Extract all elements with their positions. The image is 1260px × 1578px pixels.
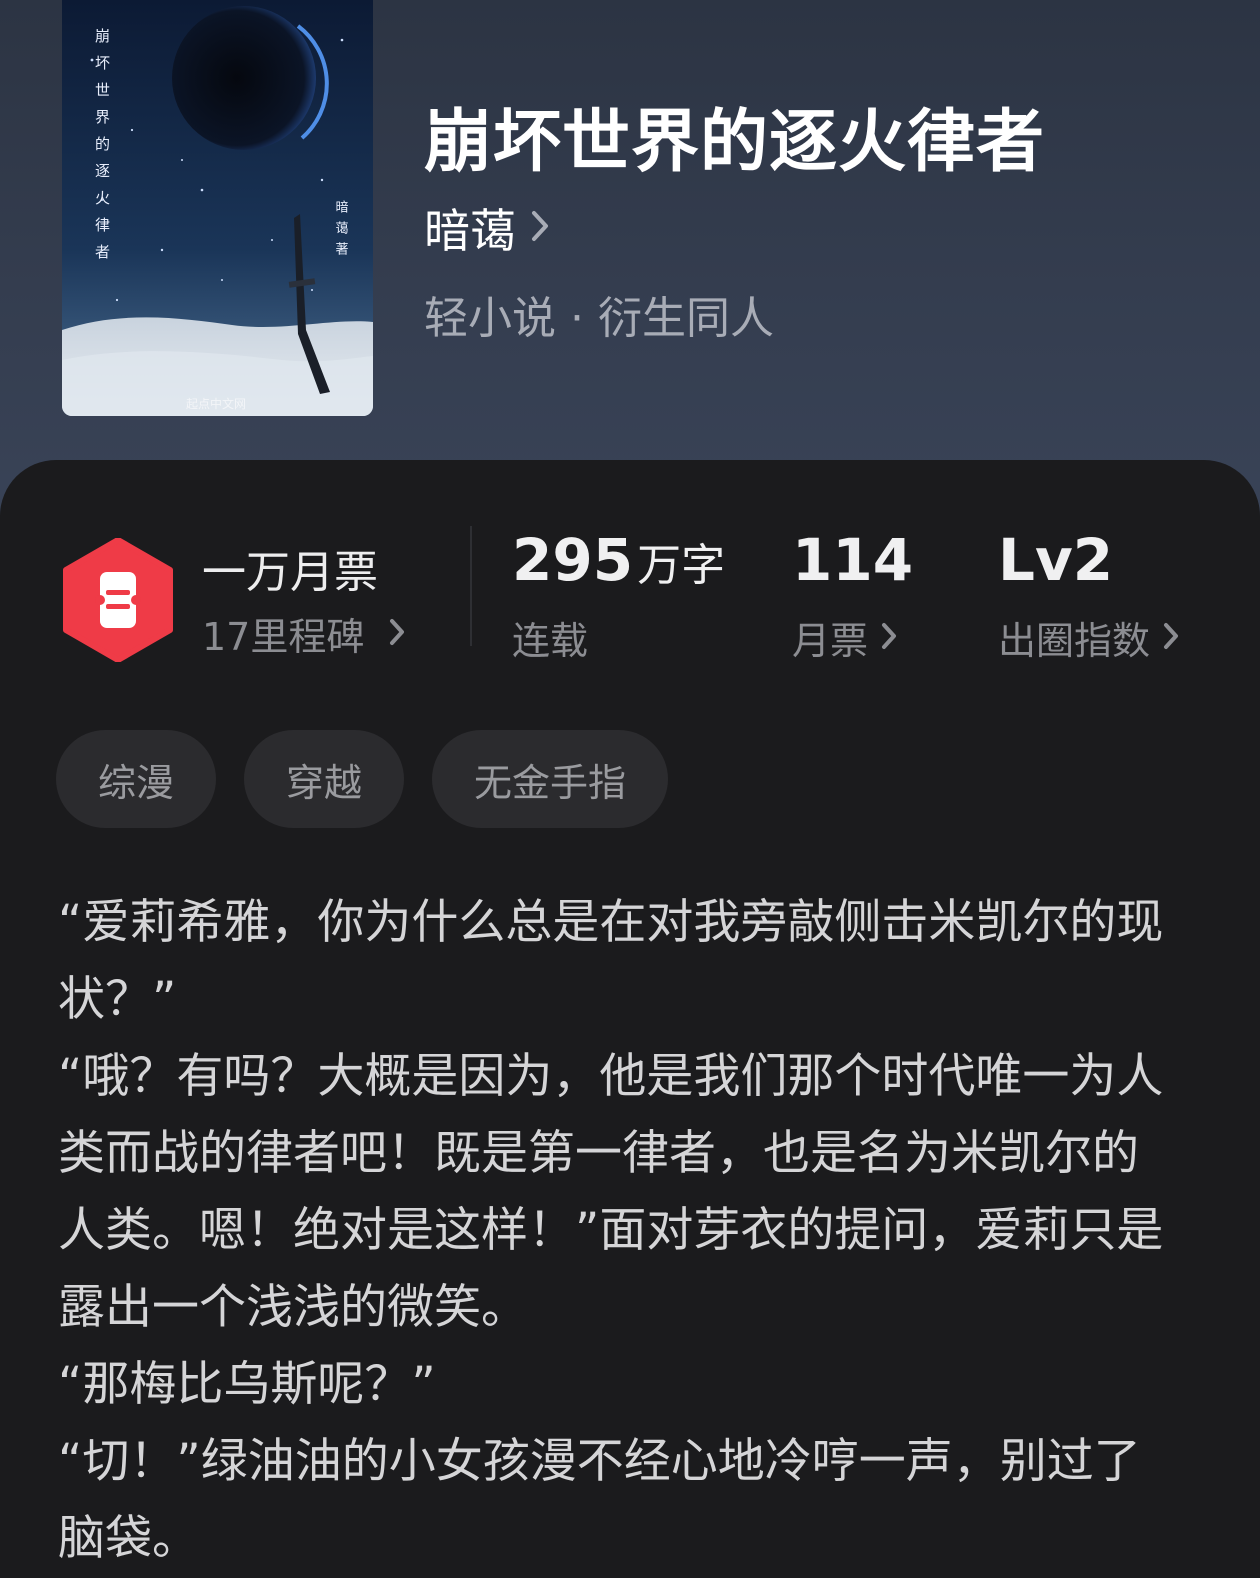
book-info-panel: 一万月票 17里程碑 295 万字 连载 114 月票 Lv2 出圈指数 综漫 … — [0, 460, 1260, 1578]
serial-status: 连载 — [512, 610, 588, 665]
book-cover[interactable]: 崩坏世界的逐火律者 暗蔼著 起点中文网 — [62, 0, 373, 416]
stat-divider — [470, 526, 472, 646]
synopsis-paragraph: “哦？有吗？大概是因为，他是我们那个时代唯一为人类而战的律者吧！既是第一律者，也… — [58, 1049, 1164, 1335]
level-number: Lv2 — [998, 526, 1114, 594]
cover-vertical-title: 崩坏世界的逐火律者 — [93, 28, 111, 271]
author-name: 暗蔼 — [424, 204, 516, 258]
book-title: 崩坏世界的逐火律者 — [424, 103, 1046, 182]
milestones-link[interactable]: 17里程碑 — [202, 606, 406, 661]
serial-status-label: 连载 — [512, 619, 589, 663]
milestones-label: 17里程碑 — [202, 615, 365, 659]
level-value: Lv2 — [998, 526, 1113, 594]
synopsis-paragraph: “爱莉希雅，你为什么总是在对我旁敲侧击米凯尔的现状？” — [58, 895, 1164, 1027]
chevron-right-icon — [388, 612, 406, 656]
tag-chip[interactable]: 无金手指 — [432, 730, 669, 828]
cover-art: 崩坏世界的逐火律者 暗蔼著 起点中文网 — [62, 0, 373, 416]
synopsis-paragraph: “切！”绿油油的小女孩漫不经心地冷哼一声，别过了脑袋。 — [58, 1434, 1141, 1566]
chevron-right-icon — [1162, 616, 1180, 660]
chevron-right-icon — [880, 616, 898, 660]
monthly-ticket-tier: 一万月票 — [202, 547, 378, 598]
level-link[interactable]: 出圈指数 — [998, 610, 1180, 665]
word-count-unit: 万字 — [637, 540, 726, 591]
author-link[interactable]: 暗蔼 — [424, 198, 550, 258]
synopsis-paragraph: “那梅比乌斯呢？” — [58, 1357, 436, 1412]
book-synopsis[interactable]: “爱莉希雅，你为什么总是在对我旁敲侧击米凯尔的现状？” “哦？有吗？大概是因为，… — [58, 884, 1168, 1577]
level-label: 出圈指数 — [998, 619, 1151, 663]
tag-chip[interactable]: 综漫 — [56, 730, 217, 828]
monthly-tickets-label: 月票 — [792, 619, 869, 663]
cover-publisher-mark: 起点中文网 — [186, 396, 246, 411]
tag-chip[interactable]: 穿越 — [244, 730, 405, 828]
cover-vertical-author: 暗蔼著 — [333, 200, 349, 263]
ticket-badge-icon[interactable] — [62, 537, 174, 663]
book-header: 崩坏世界的逐火律者 暗蔼著 起点中文网 崩坏世界的逐火律者 暗蔼 轻小说 · 衍… — [0, 0, 1260, 520]
chevron-right-icon — [530, 209, 550, 247]
tag-list: 综漫 穿越 无金手指 — [56, 730, 669, 828]
monthly-tickets-link[interactable]: 月票 — [792, 610, 898, 665]
word-count: 295 万字 — [512, 526, 725, 594]
monthly-tickets-number: 114 — [792, 526, 914, 594]
monthly-tickets-count: 114 — [792, 526, 913, 594]
word-count-number: 295 — [512, 526, 634, 594]
book-category[interactable]: 轻小说 · 衍生同人 — [424, 282, 774, 346]
